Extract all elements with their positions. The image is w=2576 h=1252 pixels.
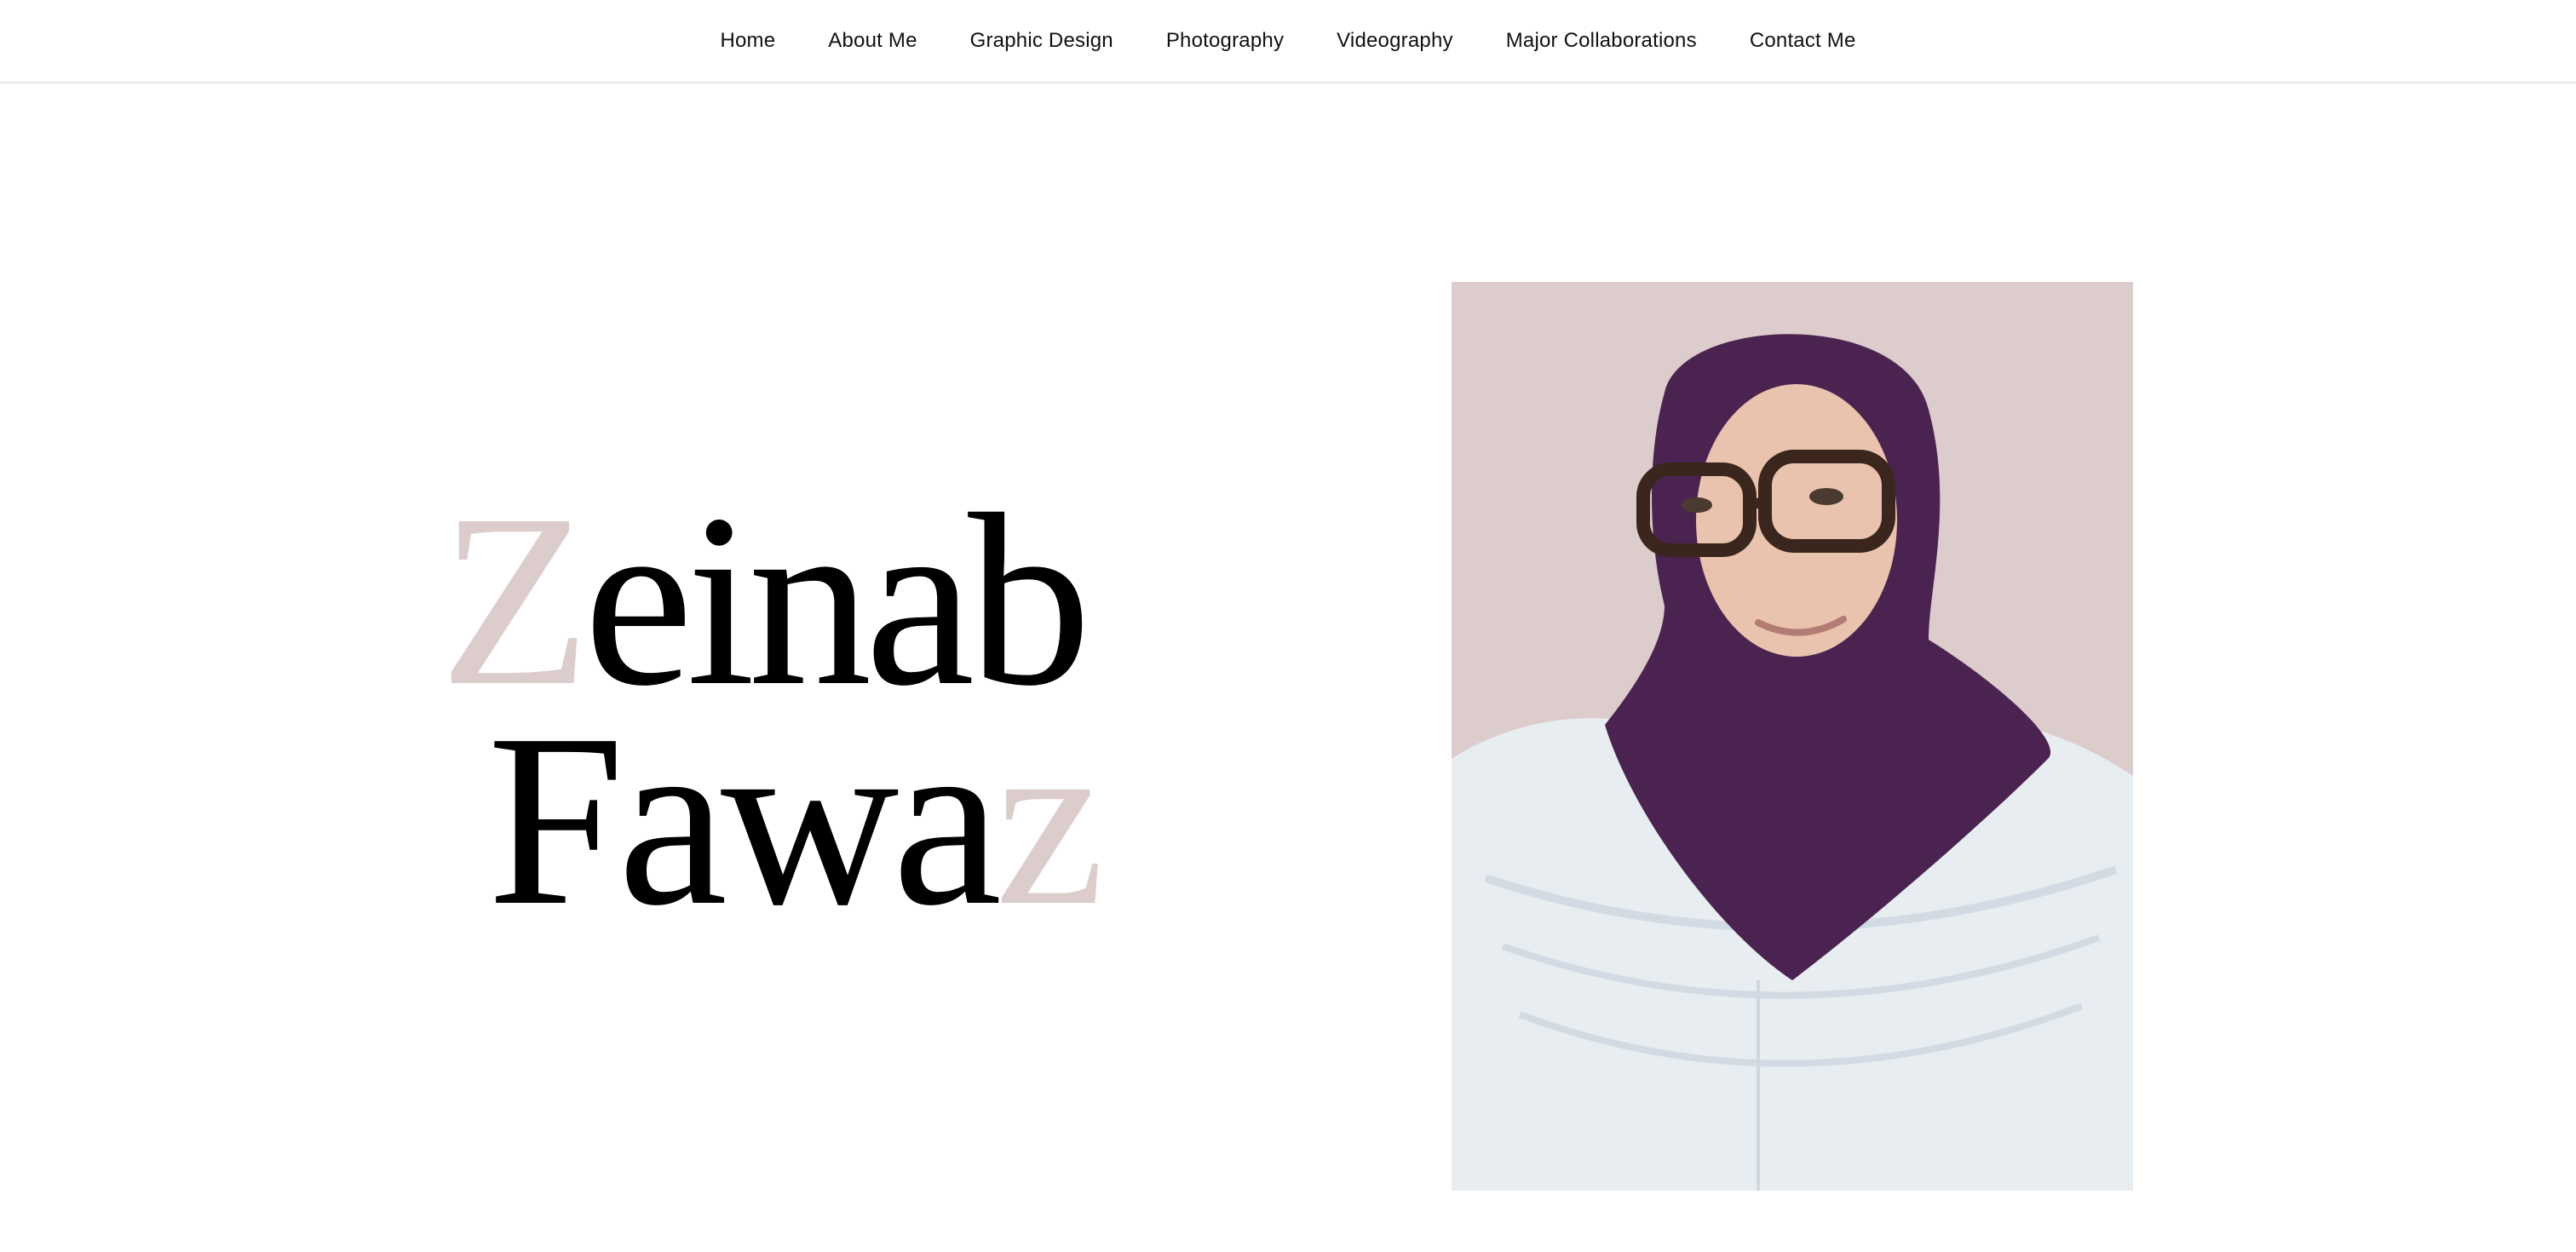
top-navigation-bar: Home About Me Graphic Design Photography… [0, 0, 2576, 83]
nav-item-contact-me[interactable]: Contact Me [1750, 29, 1856, 53]
nav-item-major-collaborations[interactable]: Major Collaborations [1506, 29, 1697, 53]
nav-item-videography[interactable]: Videography [1337, 29, 1453, 53]
portrait-photo [1452, 282, 2133, 1191]
last-name: Fawaz [487, 697, 1105, 944]
last-name-main: Fawa [487, 683, 1002, 956]
last-name-final: z [995, 683, 1105, 956]
nav-item-about-me[interactable]: About Me [828, 29, 917, 53]
portrait-photo-icon [1452, 282, 2133, 1191]
nav-menu: Home About Me Graphic Design Photography… [0, 0, 2576, 82]
nav-item-graphic-design[interactable]: Graphic Design [970, 29, 1113, 53]
nav-item-photography[interactable]: Photography [1166, 29, 1284, 53]
nav-item-home[interactable]: Home [720, 29, 775, 53]
